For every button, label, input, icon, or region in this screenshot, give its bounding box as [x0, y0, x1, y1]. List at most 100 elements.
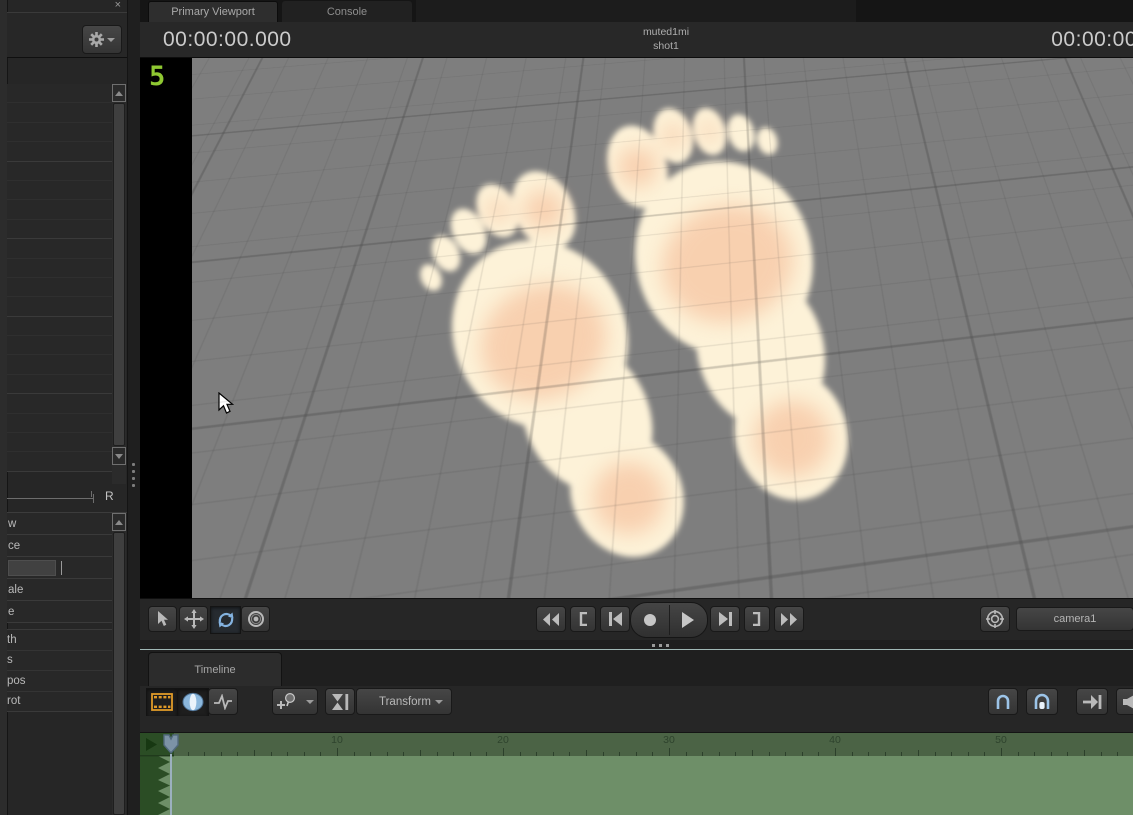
- list-item[interactable]: [7, 162, 112, 181]
- list-item[interactable]: [7, 84, 112, 103]
- tab-timeline[interactable]: Timeline: [148, 652, 282, 686]
- drag-handle-icon: [132, 463, 135, 487]
- list-item[interactable]: [7, 557, 112, 579]
- loop-end-button[interactable]: [744, 606, 770, 632]
- timecode-current: 00:00:00.000: [163, 28, 292, 52]
- list-item[interactable]: [7, 452, 112, 471]
- list-item[interactable]: [7, 317, 112, 336]
- camera-selector-button[interactable]: camera1: [1016, 607, 1133, 631]
- dopesheet-mode-button[interactable]: [177, 688, 209, 717]
- go-to-start-button[interactable]: [600, 606, 630, 632]
- rotate-tool-button[interactable]: [210, 606, 241, 634]
- scroll-up-button[interactable]: [112, 513, 126, 531]
- list-item[interactable]: [7, 239, 112, 258]
- value-input[interactable]: [8, 560, 56, 576]
- viewport-3d[interactable]: 5: [140, 58, 1133, 598]
- add-keyframe-button[interactable]: [272, 688, 318, 715]
- list-item[interactable]: ale: [7, 579, 112, 601]
- select-cursor-icon: [155, 610, 171, 628]
- slider-track[interactable]: [7, 498, 93, 499]
- list-item[interactable]: e: [7, 601, 112, 623]
- sidebar-scrollbar-top[interactable]: [112, 84, 126, 484]
- list-item[interactable]: [7, 123, 112, 142]
- magnet-filled-icon: [1032, 693, 1052, 711]
- scroll-thumb[interactable]: [113, 532, 125, 815]
- ruler-tick: [669, 748, 670, 756]
- timeline-ruler[interactable]: 1020304050: [140, 733, 1133, 756]
- fcurve-mode-button[interactable]: [208, 688, 238, 715]
- tabbar-shade: [416, 0, 856, 22]
- list-item[interactable]: w: [7, 513, 112, 535]
- ruler-tick: [337, 748, 338, 756]
- transform-dropdown[interactable]: Transform: [356, 688, 452, 715]
- list-item[interactable]: [7, 142, 112, 161]
- move-arrows-icon: [184, 609, 204, 629]
- play-button[interactable]: [670, 603, 708, 637]
- play-icon: [681, 612, 695, 628]
- record-button[interactable]: [631, 603, 669, 637]
- panel-splitter-horizontal[interactable]: [140, 640, 1133, 650]
- go-to-end-button[interactable]: [710, 606, 740, 632]
- list-item[interactable]: [7, 297, 112, 316]
- go-to-next-key-button[interactable]: [1076, 688, 1108, 715]
- mouse-cursor-icon: [218, 392, 236, 416]
- list-item[interactable]: th: [7, 630, 112, 651]
- filmstrip-icon: [151, 693, 173, 711]
- list-item[interactable]: [7, 394, 112, 413]
- list-item[interactable]: [7, 433, 112, 452]
- scroll-down-button[interactable]: [112, 447, 126, 465]
- previous-frame-icon: [608, 612, 623, 626]
- list-item[interactable]: ce: [7, 535, 112, 557]
- speaker-button[interactable]: [1116, 688, 1133, 715]
- rewind-button[interactable]: [536, 606, 566, 632]
- scroll-thumb[interactable]: [113, 103, 125, 446]
- list-item[interactable]: [7, 414, 112, 433]
- select-tool-button[interactable]: [148, 606, 177, 632]
- list-item[interactable]: [7, 355, 112, 374]
- dropdown-arrow[interactable]: [435, 700, 443, 704]
- translate-tool-button[interactable]: [179, 606, 208, 632]
- ruler-tick: [503, 748, 504, 756]
- list-item[interactable]: [7, 278, 112, 297]
- shot-name: shot1: [586, 39, 746, 53]
- viewport-tabbar: Primary Viewport Console: [140, 0, 1133, 22]
- pivot-tool-button[interactable]: [241, 606, 270, 632]
- list-item[interactable]: [7, 375, 112, 394]
- list-item[interactable]: pos: [7, 671, 112, 692]
- filmstrip-mode-button[interactable]: [146, 688, 178, 717]
- scroll-up-button[interactable]: [112, 84, 126, 102]
- fcurve-icon: [213, 694, 233, 710]
- list-item[interactable]: [7, 181, 112, 200]
- tab-console[interactable]: Console: [282, 1, 412, 22]
- rewind-icon: [542, 613, 560, 626]
- row-label: w: [8, 518, 16, 530]
- take-name: muted1mi: [586, 25, 746, 39]
- snap-button[interactable]: [988, 688, 1018, 715]
- pivot-target-icon: [246, 609, 266, 629]
- dropdown-arrow[interactable]: [306, 700, 314, 704]
- playhead-marker[interactable]: [163, 734, 179, 754]
- gear-dropdown-arrow[interactable]: [105, 38, 117, 42]
- loop-start-button[interactable]: [570, 606, 596, 632]
- list-item[interactable]: rot: [7, 692, 112, 713]
- list-item[interactable]: [7, 103, 112, 122]
- playhead-line[interactable]: [170, 754, 172, 815]
- snap-filled-button[interactable]: [1026, 688, 1058, 715]
- timeline-tabbar: Timeline: [140, 650, 1133, 686]
- camera-reticle-button[interactable]: [980, 606, 1010, 632]
- list-item[interactable]: [7, 220, 112, 239]
- viewport-canvas[interactable]: [192, 58, 1133, 598]
- list-item[interactable]: [7, 259, 112, 278]
- hourglass-button[interactable]: [325, 688, 355, 715]
- close-icon[interactable]: ×: [115, 0, 121, 11]
- list-item[interactable]: [7, 200, 112, 219]
- bracket-left-icon: [578, 612, 588, 626]
- list-item[interactable]: s: [7, 651, 112, 672]
- sidebar-scrollbar-bottom[interactable]: [112, 513, 126, 815]
- list-item[interactable]: [7, 336, 112, 355]
- timecode-end: 00:00:00: [1051, 28, 1133, 52]
- timeline-track-area[interactable]: [140, 756, 1133, 815]
- fast-forward-button[interactable]: [774, 606, 804, 632]
- settings-gear-button[interactable]: [82, 25, 122, 54]
- tab-primary-viewport[interactable]: Primary Viewport: [148, 1, 278, 22]
